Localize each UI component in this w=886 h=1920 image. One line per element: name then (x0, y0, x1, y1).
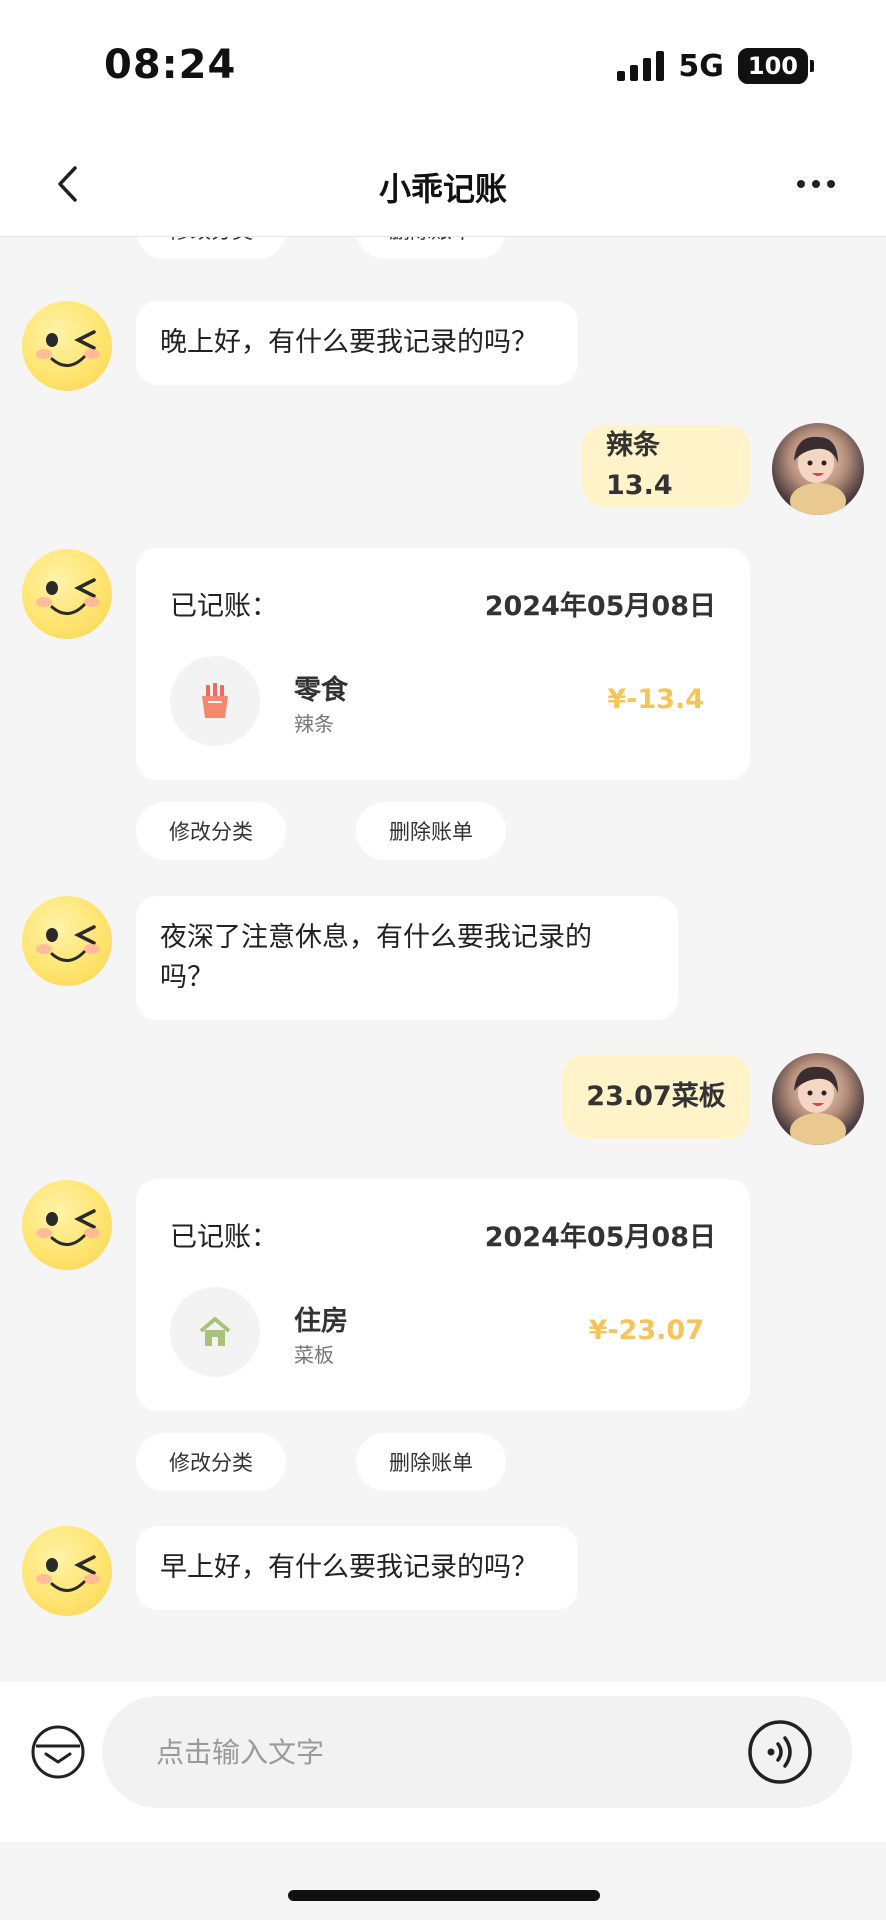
user-avatar[interactable] (772, 423, 864, 515)
record-note: 菜板 (294, 1343, 334, 1367)
keyboard-toggle-icon (31, 1725, 85, 1779)
input-bar (0, 1682, 886, 1842)
message-input[interactable] (156, 1726, 716, 1778)
message-text: 辣条13.4 (606, 430, 673, 501)
record-amount: ¥-13.4 (607, 684, 704, 715)
category-icon-badge (170, 656, 260, 746)
status-bar: 08:24 5G 100 (0, 0, 886, 130)
bot-message: 夜深了注意休息，有什么要我记录的 吗？ (136, 896, 678, 1020)
record-label: 已记账： (170, 591, 278, 622)
message-text: 早上好，有什么要我记录的吗？ (160, 1552, 538, 1583)
user-message: 23.07菜板 (562, 1055, 750, 1139)
bot-avatar (22, 1180, 112, 1270)
record-category: 住房 (294, 1306, 348, 1337)
voice-button[interactable] (746, 1718, 814, 1786)
message-text-line1: 夜深了注意休息，有什么要我记录的 (160, 922, 592, 953)
user-avatar[interactable] (772, 1053, 864, 1145)
page-title: 小乖记账 (378, 170, 507, 208)
message-text: 晚上好，有什么要我记录的吗？ (160, 327, 538, 358)
nav-bar: 小乖记账 (0, 130, 886, 237)
battery-level: 100 (737, 48, 808, 84)
chat-list[interactable]: 修改分类 删除账单 晚上好，有什么要我记录的吗？ 辣条13.4 已记账： 202… (0, 237, 886, 1682)
record-date: 2024年05月08日 (484, 591, 716, 622)
delete-bill-button[interactable]: 删除账单 (356, 237, 506, 259)
message-text: 23.07菜板 (586, 1081, 726, 1112)
signal-icon (617, 51, 665, 81)
delete-bill-button[interactable]: 删除账单 (356, 1433, 506, 1491)
bot-avatar (22, 896, 112, 986)
more-button[interactable] (786, 166, 846, 202)
message-text-line2: 吗？ (160, 962, 214, 993)
user-message: 辣条13.4 (582, 425, 750, 507)
record-amount: ¥-23.07 (588, 1315, 704, 1346)
voice-icon (748, 1720, 812, 1784)
bot-avatar (22, 549, 112, 639)
bottom-safe-area (0, 1842, 886, 1920)
record-card[interactable]: 已记账： 2024年05月08日 住房 菜板 ¥-23.07 (136, 1179, 750, 1411)
record-category: 零食 (294, 675, 348, 706)
more-dots-icon (797, 180, 805, 188)
network-label: 5G (678, 48, 724, 84)
status-time: 08:24 (104, 42, 237, 88)
edit-category-button[interactable]: 修改分类 (136, 237, 286, 259)
bot-message: 早上好，有什么要我记录的吗？ (136, 1526, 578, 1610)
status-indicators: 5G 100 (617, 48, 814, 84)
bot-avatar (22, 1526, 112, 1616)
keyboard-toggle-button[interactable] (30, 1724, 86, 1780)
category-icon-badge (170, 1287, 260, 1377)
delete-bill-button[interactable]: 删除账单 (356, 802, 506, 860)
record-date: 2024年05月08日 (484, 1222, 716, 1253)
edit-category-button[interactable]: 修改分类 (136, 1433, 286, 1491)
battery-icon: 100 (737, 48, 814, 84)
record-card[interactable]: 已记账： 2024年05月08日 零食 辣条 ¥-13.4 (136, 548, 750, 780)
house-icon (199, 1317, 231, 1346)
message-input-container[interactable] (102, 1696, 852, 1808)
fries-icon (202, 683, 228, 718)
bot-avatar (22, 301, 112, 391)
record-label: 已记账： (170, 1222, 278, 1253)
edit-category-button[interactable]: 修改分类 (136, 802, 286, 860)
bot-message: 晚上好，有什么要我记录的吗？ (136, 301, 578, 385)
home-indicator[interactable] (288, 1890, 600, 1901)
record-note: 辣条 (294, 712, 334, 736)
